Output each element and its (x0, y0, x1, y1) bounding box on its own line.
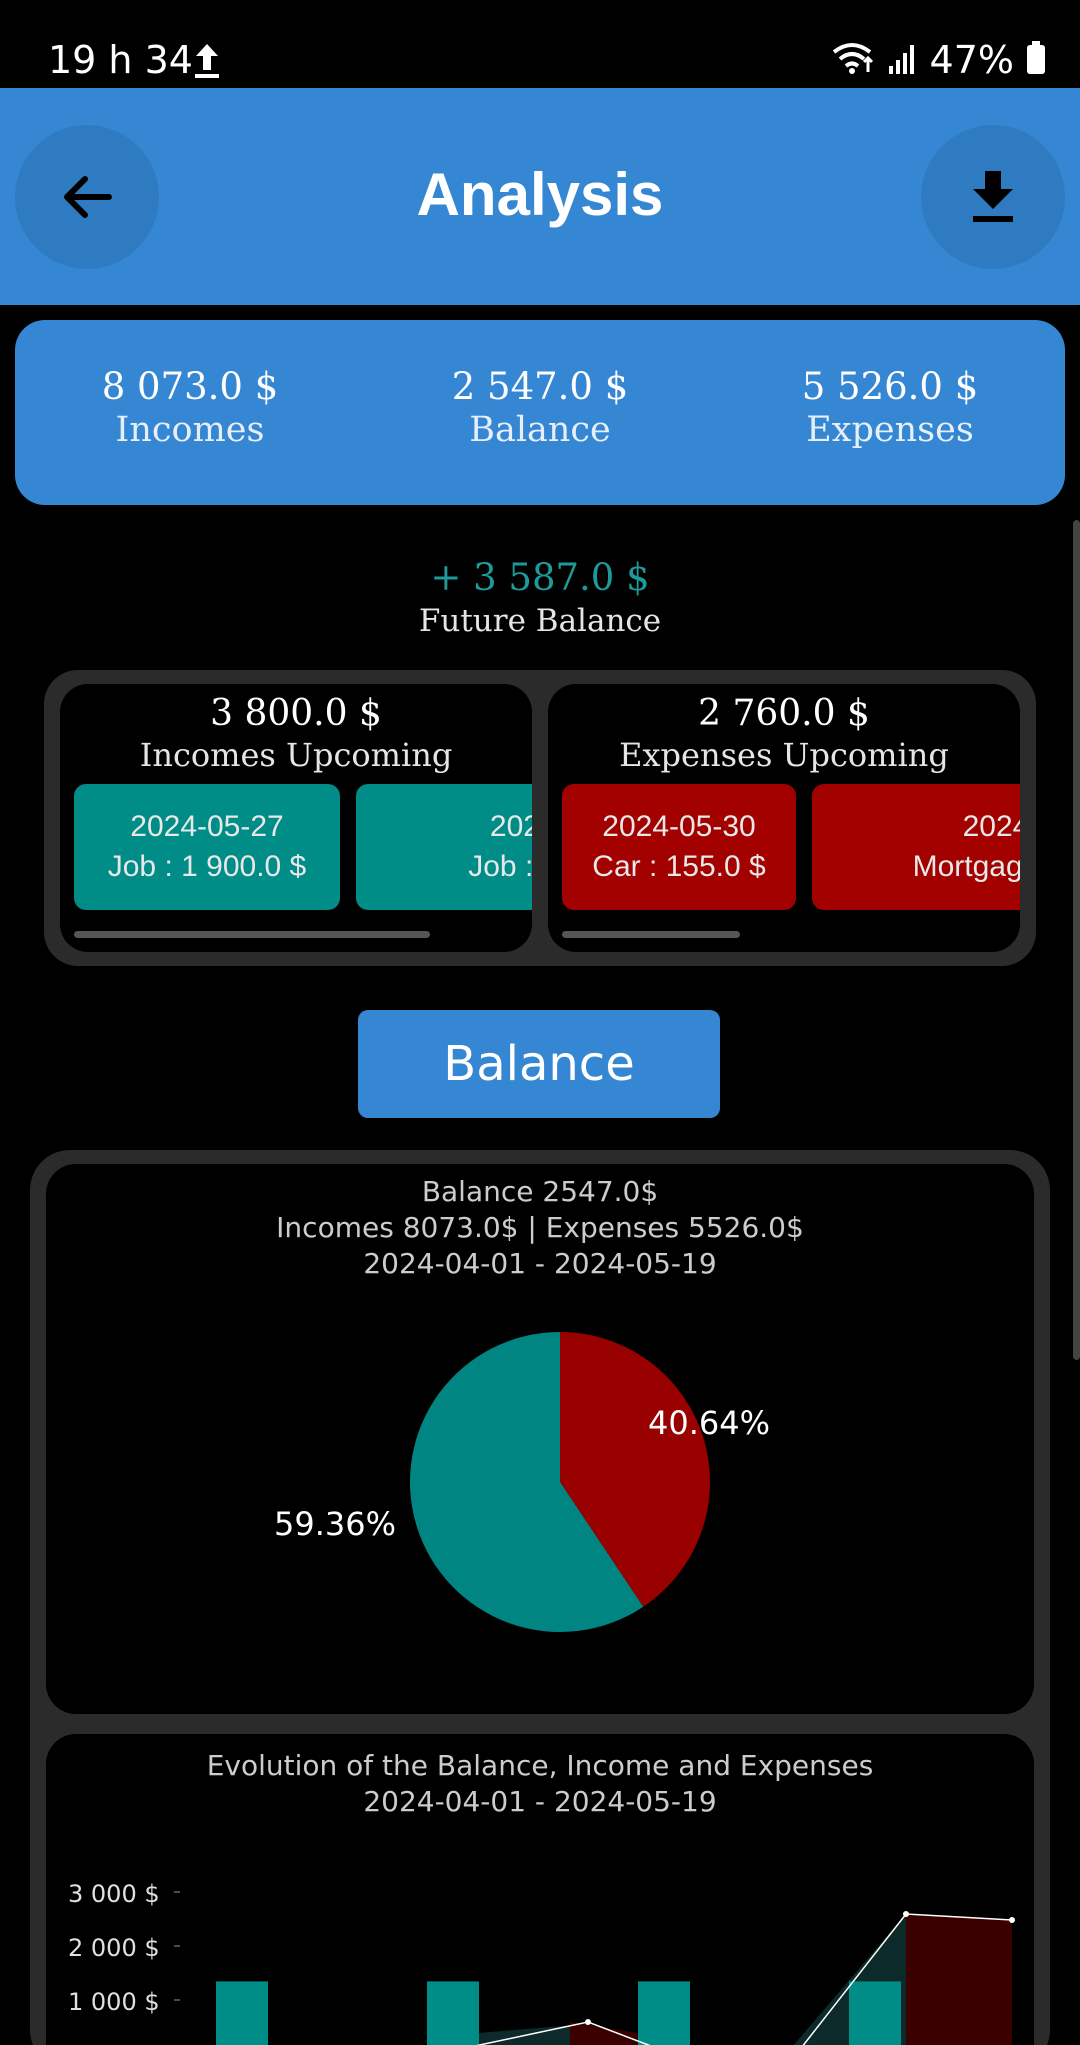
download-button[interactable] (921, 125, 1065, 269)
income-bar (849, 1981, 901, 2045)
income-bar (638, 1981, 690, 2045)
expenses-upcoming-panel[interactable]: 2 760.0 $ Expenses Upcoming 2024-05-30 C… (548, 684, 1020, 952)
expenses-label: Expenses (806, 410, 974, 450)
item-text: Job : 1 900.0 $ (107, 850, 307, 883)
item-date: 2024-05-27 (130, 810, 284, 843)
status-indicators: 47% (832, 38, 1046, 82)
expenses-upcoming-list[interactable]: 2024-05-30 Car : 155.0 $ 2024-0 Mortgage… (562, 784, 1020, 910)
incomes-upcoming-total: 3 800.0 $ (210, 693, 382, 734)
expenses-upcoming-total: 2 760.0 $ (698, 693, 870, 734)
pie-chart-card: Balance 2547.0$ Incomes 8073.0$ | Expens… (46, 1164, 1034, 1714)
evolution-title-dates: 2024-04-01 - 2024-05-19 (363, 1785, 717, 1818)
balance-point (903, 1911, 909, 1917)
upcoming-expense-item[interactable]: 2024-05-30 Car : 155.0 $ (562, 784, 796, 910)
incomes-summary: 8 073.0 $ Incomes (15, 320, 365, 505)
income-bar (427, 1981, 479, 2045)
y-tick-label: 3 000 $ (68, 1880, 160, 1908)
item-date: 2024-06 (489, 810, 532, 843)
y-tick-label: 1 000 $ (68, 1988, 160, 2016)
evolution-chart: 3 000 $ 2 000 $ 1 000 $ (68, 1880, 1015, 2045)
page-scrollbar[interactable] (1073, 520, 1080, 1360)
signal-icon (888, 42, 918, 79)
app-bar: Analysis (0, 88, 1080, 305)
item-date: 2024-0 (962, 810, 1020, 843)
item-text: Job : 1 90 (468, 850, 532, 883)
expenses-upcoming-title: Expenses Upcoming (619, 736, 949, 774)
page-title: Analysis (416, 161, 664, 228)
balance-value: 2 547.0 $ (451, 365, 629, 408)
incomes-label: Incomes (115, 410, 265, 450)
pie-label: 40.64% (648, 1404, 770, 1442)
download-icon (973, 171, 1013, 222)
expenses-value: 5 526.0 $ (801, 365, 979, 408)
incomes-value: 8 073.0 $ (101, 365, 279, 408)
charts-container: Balance 2547.0$ Incomes 8073.0$ | Expens… (30, 1150, 1050, 2045)
incomes-upcoming-title: Incomes Upcoming (139, 736, 453, 774)
balance-point (1009, 1917, 1015, 1923)
horizontal-scrollbar[interactable] (74, 931, 430, 938)
pie-title-totals: Incomes 8073.0$ | Expenses 5526.0$ (276, 1211, 804, 1244)
item-text: Car : 155.0 $ (592, 850, 766, 883)
summary-card: 8 073.0 $ Incomes 2 547.0 $ Balance 5 52… (15, 320, 1065, 505)
battery-percent: 47% (929, 38, 1014, 82)
pie-label: 59.36% (274, 1505, 396, 1543)
pie-title-dates: 2024-04-01 - 2024-05-19 (363, 1247, 717, 1280)
upcoming-income-item[interactable]: 2024-06 Job : 1 90 (356, 784, 532, 910)
expense-area (906, 1914, 1012, 2045)
balance-button[interactable]: Balance (358, 1010, 720, 1118)
evolution-title: Evolution of the Balance, Income and Exp… (206, 1749, 874, 1782)
wifi-icon (832, 40, 876, 81)
y-tick-label: 2 000 $ (68, 1934, 160, 1962)
upcoming-expense-item[interactable]: 2024-0 Mortgage : (812, 784, 1020, 910)
income-bar (216, 1981, 268, 2045)
status-time: 19 h 34 (48, 38, 193, 82)
incomes-upcoming-list[interactable]: 2024-05-27 Job : 1 900.0 $ 2024-06 Job :… (74, 784, 532, 910)
balance-summary: 2 547.0 $ Balance (365, 320, 715, 505)
upcoming-section: 3 800.0 $ Incomes Upcoming 2024-05-27 Jo… (44, 670, 1036, 966)
future-balance-label: Future Balance (418, 603, 662, 639)
status-bar: 19 h 34 47% (0, 0, 1080, 88)
item-date: 2024-05-30 (602, 810, 756, 843)
pie-chart: 59.36% 40.64% (274, 1332, 770, 1632)
future-balance: + 3 587.0 $ Future Balance (0, 556, 1080, 642)
future-balance-value: + 3 587.0 $ (430, 556, 650, 599)
balance-point (585, 2019, 591, 2025)
evolution-chart-card: Evolution of the Balance, Income and Exp… (46, 1734, 1034, 2045)
horizontal-scrollbar[interactable] (562, 931, 740, 938)
battery-icon (1026, 40, 1046, 80)
item-text: Mortgage : (912, 850, 1020, 883)
pie-title-balance: Balance 2547.0$ (421, 1175, 659, 1208)
upload-icon (192, 40, 222, 85)
expenses-summary: 5 526.0 $ Expenses (715, 320, 1065, 505)
upcoming-income-item[interactable]: 2024-05-27 Job : 1 900.0 $ (74, 784, 340, 910)
balance-label: Balance (469, 410, 611, 450)
incomes-upcoming-panel[interactable]: 3 800.0 $ Incomes Upcoming 2024-05-27 Jo… (60, 684, 532, 952)
